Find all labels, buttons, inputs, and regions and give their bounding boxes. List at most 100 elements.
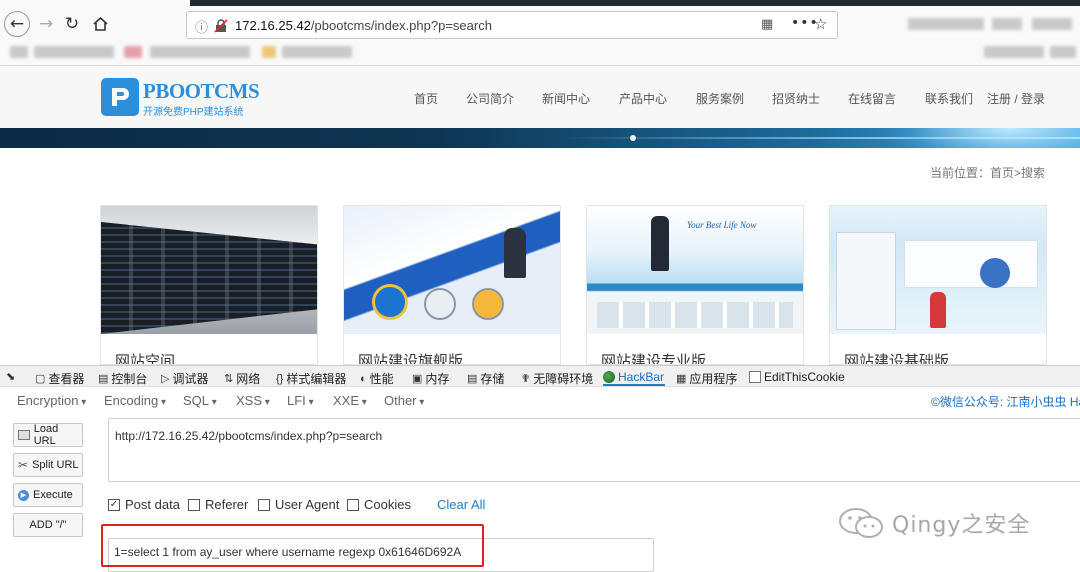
checkbox-empty-icon [188, 498, 200, 511]
back-button[interactable]: ← [4, 11, 30, 37]
devtools-tab-performance[interactable]: ◐ 性能 [360, 370, 394, 387]
clear-all-link[interactable]: Clear All [437, 497, 485, 512]
nav-item-about[interactable]: 公司简介 [466, 90, 514, 107]
url-text[interactable]: 172.16.25.42/pbootcms/index.php?p=search [235, 18, 492, 33]
accessibility-icon: ✟ [521, 373, 531, 385]
inspector-icon: ▢ [35, 373, 46, 385]
storage-icon: ▤ [467, 373, 478, 385]
blurred-bookmark [150, 46, 250, 58]
blurred-extension [1032, 18, 1072, 30]
split-url-button[interactable]: ✂ Split URL [13, 453, 83, 477]
arrow-right-icon: → [38, 14, 54, 34]
wechat-icon [839, 508, 883, 538]
cookie-icon [749, 371, 761, 383]
hackbar-panel: Encryption Encoding SQL XSS LFI XXE Othe… [0, 388, 1080, 572]
pbootcms-logo-icon [112, 88, 129, 106]
site-header: PBOOTCMS 开源免费PHP建站系统 首页 公司简介 新闻中心 产品中心 服… [0, 66, 1080, 128]
user-agent-checkbox[interactable]: User Agent [258, 497, 339, 512]
style-editor-icon: {} [276, 372, 284, 385]
nav-item-message[interactable]: 在线留言 [848, 90, 896, 107]
lfi-menu[interactable]: LFI [287, 393, 314, 408]
highlight-box [101, 524, 484, 567]
checkbox-empty-icon [347, 498, 359, 511]
element-picker-button[interactable]: ⬊ [6, 370, 15, 383]
execute-button[interactable]: ▶ Execute [13, 483, 83, 507]
product-card[interactable]: 网站建设旗舰版 [343, 205, 561, 365]
blurred-bookmark [1050, 46, 1076, 58]
product-card-title[interactable]: 网站空间 [115, 350, 175, 364]
professional-site-image: Your Best Life Now [587, 206, 803, 334]
blurred-bookmark [262, 46, 276, 58]
watermark-text: Qingy之安全 [892, 513, 1031, 538]
xxe-menu[interactable]: XXE [333, 393, 367, 408]
hackbar-icon [603, 371, 615, 383]
login-register-link[interactable]: 注册 / 登录 [987, 90, 1045, 107]
hackbar-credit: ©微信公众号: 江南小虫虫 Ha [931, 395, 1080, 409]
checkmark-icon: ✓ [108, 498, 120, 511]
bookmark-star-icon[interactable]: ☆ [814, 15, 827, 33]
performance-icon: ◐ [360, 372, 367, 385]
active-tab-indicator [603, 384, 665, 386]
home-button[interactable] [86, 10, 114, 38]
split-url-icon: ✂ [18, 458, 29, 472]
devtools-tab-storage[interactable]: ▤ 存储 [467, 370, 504, 387]
encoding-menu[interactable]: Encoding [104, 393, 166, 408]
nav-item-jobs[interactable]: 招贤纳士 [772, 90, 820, 107]
console-icon: ▤ [98, 373, 109, 385]
blurred-bookmark [984, 46, 1044, 58]
logo-text[interactable]: PBOOTCMS [143, 79, 260, 104]
cookies-checkbox[interactable]: Cookies [347, 497, 411, 512]
devtools-toolbar: ⬊ ▢ 查看器 ▤ 控制台 ▷ 调试器 ⇅ 网络 {} 样式编辑器 ◐ 性能 ▣ 内存 ▤ 存储… [0, 365, 1080, 387]
forward-button[interactable]: → [32, 10, 60, 38]
reload-button[interactable]: ↻ [58, 10, 86, 38]
info-icon[interactable]: ⓘ [195, 17, 208, 36]
browser-toolbar: ← → ↻ ⓘ 172.16.25.42/pbootcms/index.php?… [0, 0, 1080, 66]
devtools-tab-debugger[interactable]: ▷ 调试器 [161, 370, 208, 387]
execute-icon: ▶ [18, 489, 29, 501]
nav-item-products[interactable]: 产品中心 [619, 90, 667, 107]
watermark: Qingy之安全 [838, 506, 1030, 540]
product-card[interactable]: 网站建设基础版 [829, 205, 1047, 365]
url-bar[interactable]: ⓘ 172.16.25.42/pbootcms/index.php?p=sear… [186, 11, 838, 39]
devtools-tab-style-editor[interactable]: {} 样式编辑器 [276, 370, 346, 387]
devtools-tab-memory[interactable]: ▣ 内存 [412, 370, 449, 387]
post-data-checkbox[interactable]: ✓ Post data [108, 497, 180, 512]
devtools-tab-hackbar[interactable]: HackBar [603, 370, 664, 384]
flagship-site-image [344, 206, 560, 334]
devtools-tab-network[interactable]: ⇅ 网络 [224, 370, 260, 387]
qr-code-icon[interactable]: ▦ [761, 17, 773, 32]
encryption-menu[interactable]: Encryption [17, 393, 86, 408]
devtools-tab-editthiscookie[interactable]: EditThisCookie [749, 370, 845, 384]
nav-item-cases[interactable]: 服务案例 [696, 90, 744, 107]
url-textarea[interactable]: http://172.16.25.42/pbootcms/index.php?p… [108, 418, 1080, 482]
blurred-extension [992, 18, 1022, 30]
load-url-button[interactable]: Load URL [13, 423, 83, 447]
nav-item-contact[interactable]: 联系我们 [925, 90, 973, 107]
logo-subtitle: 开源免费PHP建站系统 [143, 107, 244, 118]
referer-checkbox[interactable]: Referer [188, 497, 248, 512]
banner-light-dot [630, 135, 636, 141]
sql-menu[interactable]: SQL [183, 393, 217, 408]
devtools-tab-inspector[interactable]: ▢ 查看器 [35, 370, 84, 387]
url-textarea-value: http://172.16.25.42/pbootcms/index.php?p… [115, 429, 383, 443]
arrow-left-icon: ← [9, 14, 25, 34]
reload-icon: ↻ [64, 14, 80, 34]
product-card[interactable]: 网站空间 [100, 205, 318, 365]
product-card-title[interactable]: 网站建设旗舰版 [358, 350, 463, 364]
product-card-title[interactable]: 网站建设专业版 [601, 350, 706, 364]
blurred-bookmark [124, 46, 142, 58]
insecure-lock-icon[interactable] [214, 19, 228, 33]
product-card[interactable]: Your Best Life Now 网站建设专业版 [586, 205, 804, 365]
checkbox-empty-icon [258, 498, 270, 511]
devtools-tab-application[interactable]: ▦ 应用程序 [676, 370, 737, 387]
product-card-title[interactable]: 网站建设基础版 [844, 350, 949, 364]
network-icon: ⇅ [224, 373, 234, 385]
nav-item-news[interactable]: 新闻中心 [542, 90, 590, 107]
logo-mark[interactable] [101, 78, 139, 116]
other-menu[interactable]: Other [384, 393, 424, 408]
xss-menu[interactable]: XSS [236, 393, 270, 408]
add-slash-button[interactable]: ADD "/" [13, 513, 83, 537]
nav-item-home[interactable]: 首页 [414, 90, 438, 107]
devtools-tab-console[interactable]: ▤ 控制台 [98, 370, 147, 387]
devtools-tab-accessibility[interactable]: ✟ 无障碍环境 [521, 370, 593, 387]
